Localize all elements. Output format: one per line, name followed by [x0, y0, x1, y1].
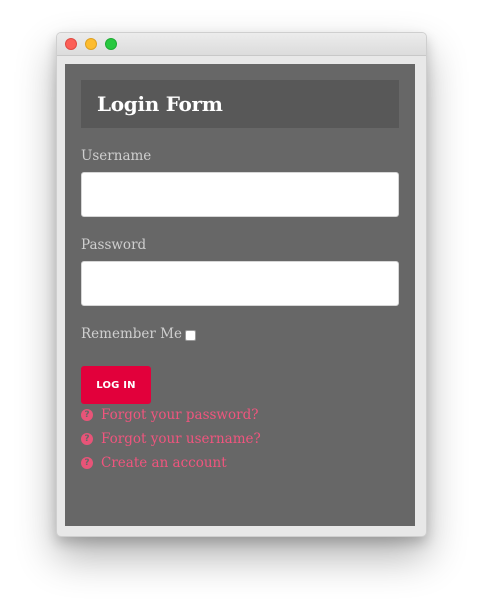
window-titlebar[interactable]	[57, 33, 426, 56]
login-module: Login Form Username Password Remember Me…	[65, 64, 415, 526]
remember-me-row: Remember Me	[81, 325, 196, 343]
close-window-button[interactable]	[65, 38, 77, 50]
username-label: Username	[81, 148, 152, 164]
question-circle-icon: ?	[81, 409, 93, 421]
question-circle-icon: ?	[81, 433, 93, 445]
remember-me-checkbox[interactable]	[184, 329, 196, 341]
remember-me-label[interactable]: Remember Me	[81, 325, 182, 343]
forgot-username-link[interactable]: ? Forgot your username?	[81, 430, 261, 448]
create-account-link-text[interactable]: Create an account	[101, 454, 227, 472]
create-account-link[interactable]: ? Create an account	[81, 454, 227, 472]
maximize-window-button[interactable]	[105, 38, 117, 50]
page: Login Form Username Password Remember Me…	[0, 0, 481, 616]
app-window: Login Form Username Password Remember Me…	[56, 32, 427, 537]
form-header: Login Form	[81, 80, 399, 128]
form-title: Login Form	[97, 92, 223, 116]
password-label: Password	[81, 237, 147, 253]
minimize-window-button[interactable]	[85, 38, 97, 50]
username-input[interactable]	[81, 172, 399, 217]
question-circle-icon: ?	[81, 457, 93, 469]
forgot-username-link-text[interactable]: Forgot your username?	[101, 430, 261, 448]
password-input[interactable]	[81, 261, 399, 306]
forgot-password-link-text[interactable]: Forgot your password?	[101, 406, 258, 424]
login-button[interactable]: LOG IN	[81, 366, 151, 404]
forgot-password-link[interactable]: ? Forgot your password?	[81, 406, 258, 424]
